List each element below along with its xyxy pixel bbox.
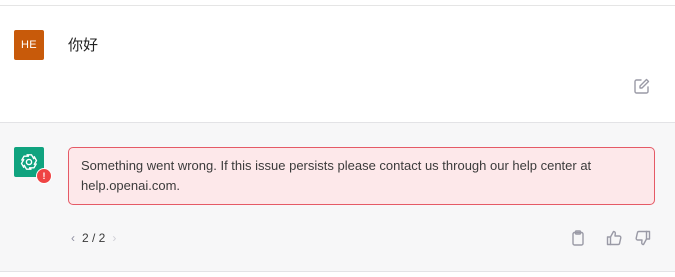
openai-logo-icon [20,154,38,170]
error-message-text: Something went wrong. If this issue pers… [81,158,592,193]
error-message-box: Something went wrong. If this issue pers… [68,147,655,205]
thumbs-down-icon [635,230,651,246]
user-message-row: HE 你好 [0,6,675,122]
assistant-message-row: ! Something went wrong. If this issue pe… [0,123,675,271]
like-button[interactable] [605,229,623,247]
next-response-button[interactable]: › [109,231,119,245]
bottom-divider [0,271,675,272]
response-count: 2 / 2 [82,231,106,245]
clipboard-icon [572,230,584,246]
user-message-text: 你好 [68,36,99,54]
edit-icon [634,78,650,94]
copy-button[interactable] [569,229,587,247]
edit-message-button[interactable] [633,77,651,95]
chat-thread: HE 你好 ! Something went wrong. If this is… [0,0,675,277]
thumbs-up-icon [606,230,622,246]
previous-response-button[interactable]: ‹ [68,231,78,245]
dislike-button[interactable] [634,229,652,247]
error-badge-icon: ! [36,168,52,184]
user-avatar: HE [14,30,44,60]
response-pager: ‹ 2 / 2 › [68,228,119,248]
